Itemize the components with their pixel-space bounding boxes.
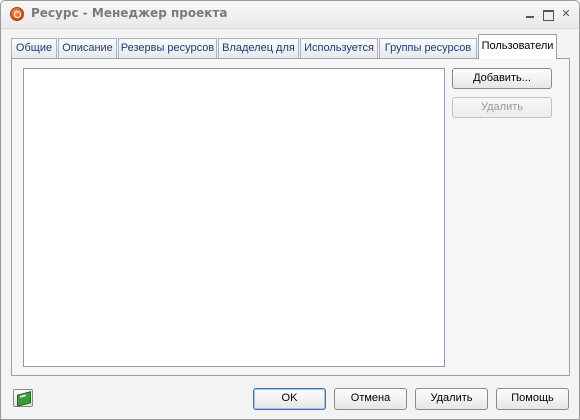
resource-dialog-window: Ресурс - Менеджер проекта ✕ Общие Описан…	[0, 0, 580, 420]
tab-description[interactable]: Описание	[58, 38, 117, 58]
tab-used-by[interactable]: Используется	[300, 38, 378, 58]
tab-resource-groups[interactable]: Группы ресурсов	[379, 38, 477, 58]
tab-owner-of[interactable]: Владелец для	[218, 38, 299, 58]
title-bar[interactable]: Ресурс - Менеджер проекта ✕	[1, 1, 579, 29]
minimize-icon[interactable]	[523, 7, 537, 21]
delete-button[interactable]: Удалить	[415, 388, 488, 410]
book-icon[interactable]	[13, 389, 33, 407]
app-logo-icon	[10, 7, 24, 21]
window-title: Ресурс - Менеджер проекта	[31, 6, 228, 20]
maximize-icon[interactable]	[541, 7, 555, 21]
tab-users[interactable]: Пользователи	[478, 34, 557, 59]
help-button[interactable]: Помощь	[496, 388, 569, 410]
users-list[interactable]	[23, 68, 445, 367]
ok-button[interactable]: OK	[253, 388, 326, 410]
users-tab-panel: Добавить... Удалить	[11, 58, 570, 376]
cancel-button[interactable]: Отмена	[334, 388, 407, 410]
close-icon[interactable]: ✕	[559, 7, 573, 21]
remove-user-button[interactable]: Удалить	[452, 97, 552, 118]
tab-resource-reserves[interactable]: Резервы ресурсов	[118, 38, 217, 58]
add-user-button[interactable]: Добавить...	[452, 68, 552, 89]
tab-general[interactable]: Общие	[11, 38, 57, 58]
